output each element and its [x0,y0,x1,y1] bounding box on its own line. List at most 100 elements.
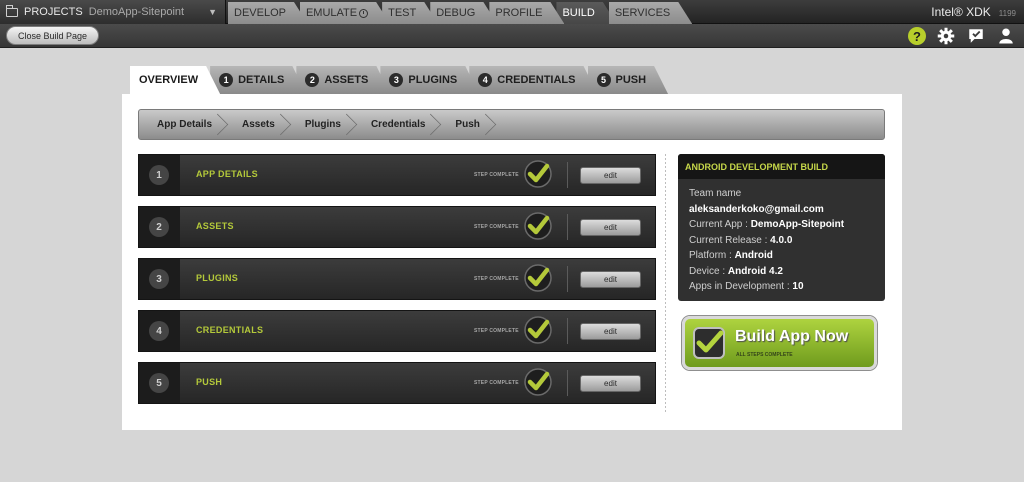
build-tab-assets[interactable]: 2 ASSETS [296,66,390,94]
build-tab-push-number: 5 [597,73,611,87]
breadcrumb-item[interactable]: Plugins [293,110,359,139]
step-status: STEP COMPLETE [474,276,519,282]
breadcrumb: App Details Assets Plugins Credentials Push [138,109,885,140]
build-step-row: 2 ASSETS STEP COMPLETE edit [138,206,656,248]
apps-in-development-label: Apps in Development : [689,281,793,292]
projects-label: PROJECTS [24,6,83,18]
tab-develop-label: DEVELOP [234,7,286,19]
clock-icon [359,9,368,18]
step-separator [567,370,568,396]
breadcrumb-item[interactable]: Push [443,110,497,139]
project-name: DemoApp-Sitepoint [88,6,185,18]
checkmark-icon [524,212,552,240]
version-label: 1199 [998,9,1016,18]
build-tab-assets-number: 2 [305,73,319,87]
tab-test-label: TEST [388,7,417,19]
current-app-label: Current App : [689,219,751,230]
build-tab-plugins-label: PLUGINS [408,74,458,86]
tab-test[interactable]: TEST [382,2,438,24]
tab-services[interactable]: SERVICES [609,2,692,24]
checkmark-icon [693,327,725,359]
step-status: STEP COMPLETE [474,172,519,178]
build-tab-plugins-number: 3 [389,73,403,87]
build-app-now-label: Build App Now [735,328,849,345]
breadcrumb-item[interactable]: Credentials [359,110,443,139]
user-icon[interactable] [996,26,1016,46]
tab-debug[interactable]: DEBUG [430,2,497,24]
step-separator [567,318,568,344]
build-info-card: ANDROID DEVELOPMENT BUILD Team name alek… [678,154,885,301]
folder-icon [6,4,18,17]
build-app-now-button[interactable]: Build App Now ALL STEPS COMPLETE [682,316,877,370]
tab-emulate[interactable]: EMULATE [300,2,390,24]
tab-develop[interactable]: DEVELOP [228,2,308,24]
gear-icon[interactable] [936,26,956,46]
step-status: STEP COMPLETE [474,224,519,230]
build-tab-credentials-number: 4 [478,73,492,87]
tab-build-label: BUILD [562,7,595,19]
projects-dropdown[interactable]: PROJECTS DemoApp-Sitepoint ▼ [0,0,226,24]
breadcrumb-item[interactable]: App Details [145,110,230,139]
apps-in-development-value: 10 [792,281,804,292]
help-icon[interactable]: ? [908,27,926,45]
edit-button[interactable]: edit [580,323,641,340]
step-number: 2 [149,217,169,237]
close-build-page-button[interactable]: Close Build Page [6,26,100,45]
build-step-row: 4 CREDENTIALS STEP COMPLETE edit [138,310,656,352]
checkmark-icon [524,160,552,188]
divider [665,154,666,414]
step-separator [567,162,568,188]
build-tab-credentials[interactable]: 4 CREDENTIALS [469,66,597,94]
build-tab-push[interactable]: 5 PUSH [588,66,669,94]
brand-logo: Intel® XDK [931,5,991,19]
build-tab-details[interactable]: 1 DETAILS [210,66,306,94]
build-app-now-sub: ALL STEPS COMPLETE [736,352,793,358]
step-name: PUSH [196,377,223,387]
step-number: 4 [149,321,169,341]
tab-profile[interactable]: PROFILE [489,2,564,24]
step-number-box: 4 [139,311,180,351]
toolbar: Close Build Page ? [0,24,1024,48]
tab-debug-label: DEBUG [436,7,476,19]
step-number: 1 [149,165,169,185]
tab-build[interactable]: BUILD [556,2,616,24]
step-number-box: 5 [139,363,180,403]
step-number-box: 2 [139,207,180,247]
step-separator [567,266,568,292]
current-release-label: Current Release : [689,234,771,246]
breadcrumb-item[interactable]: Assets [230,110,293,139]
step-name: CREDENTIALS [196,325,264,335]
checkmark-icon [524,264,552,292]
step-name: PLUGINS [196,273,239,283]
build-overview-panel: App Details Assets Plugins Credentials Push … [122,94,902,430]
build-tab-credentials-label: CREDENTIALS [497,74,576,86]
tab-emulate-label: EMULATE [305,7,358,19]
step-status: STEP COMPLETE [474,380,519,386]
step-number: 5 [149,373,169,393]
edit-button[interactable]: edit [580,219,641,236]
edit-button[interactable]: edit [580,271,641,288]
build-tab-overview[interactable]: OVERVIEW [130,66,220,94]
step-name: APP DETAILS [196,169,258,179]
checkmark-icon [524,316,552,344]
feedback-icon[interactable] [966,26,986,46]
main-nav-tabs: DEVELOP EMULATE TEST DEBUG PROFILE BUILD SERVI… [228,2,684,24]
build-info-title: ANDROID DEVELOPMENT BUILD [678,154,885,179]
build-tab-details-number: 1 [219,73,233,87]
build-tab-overview-label: OVERVIEW [139,74,199,86]
build-tab-push-label: PUSH [615,74,647,86]
edit-button[interactable]: edit [580,375,641,392]
build-step-row: 3 PLUGINS STEP COMPLETE edit [138,258,656,300]
chevron-down-icon: ▼ [208,7,217,17]
tab-profile-label: PROFILE [495,7,543,19]
brand: Intel® XDK 1199 [931,5,1016,19]
team-name-label: Team name [689,188,742,199]
device-value: Android 4.2 [727,265,783,277]
build-tab-plugins[interactable]: 3 PLUGINS [380,66,479,94]
tab-services-label: SERVICES [614,7,671,19]
edit-button[interactable]: edit [580,167,641,184]
step-number-box: 3 [139,259,180,299]
build-step-row: 1 APP DETAILS STEP COMPLETE edit [138,154,656,196]
step-number: 3 [149,269,169,289]
step-name: ASSETS [196,221,234,231]
